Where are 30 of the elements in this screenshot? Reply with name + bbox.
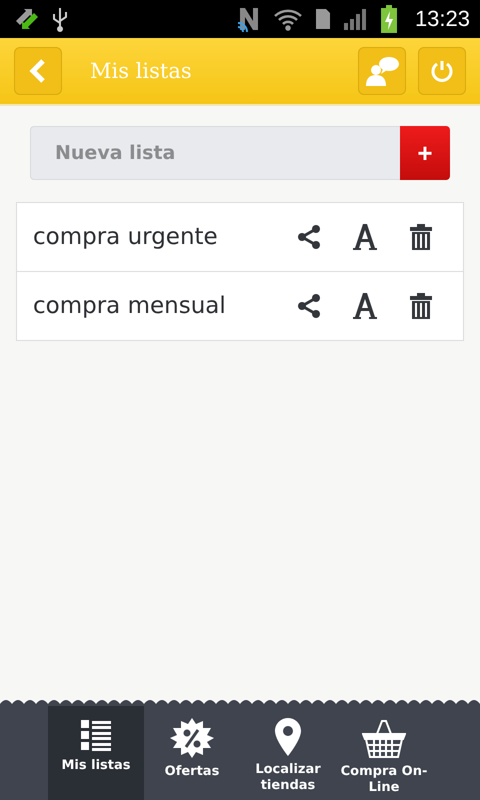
wifi-icon — [272, 7, 303, 31]
share-icon — [297, 225, 321, 249]
user-speech-bubble-icon — [365, 56, 399, 86]
nav-tab[interactable]: Ofertas — [144, 704, 240, 800]
location-pin-icon — [275, 718, 301, 756]
discount-badge-icon — [170, 718, 214, 758]
basket-icon — [362, 718, 406, 758]
power-icon — [430, 59, 454, 83]
sim-card-icon — [314, 8, 331, 30]
status-time: 13:23 — [414, 6, 470, 32]
nav-tab[interactable]: Localizar tiendas — [240, 704, 336, 800]
back-icon — [28, 58, 48, 84]
signal-icon — [342, 7, 369, 31]
trash-icon — [410, 293, 432, 319]
usb-icon — [52, 6, 68, 32]
battery-charging-icon — [380, 5, 397, 33]
sync-arrows-icon — [14, 7, 40, 31]
nav-tab[interactable]: Compra On-Line — [336, 704, 432, 800]
nav-tab[interactable]: Mis listas — [48, 704, 144, 800]
share-icon — [297, 294, 321, 318]
trash-icon — [410, 224, 432, 250]
page-title: Mis listas — [90, 59, 193, 83]
font-letter-icon — [353, 293, 377, 319]
list-name[interactable]: compra mensual — [33, 293, 281, 319]
list-icon — [79, 718, 113, 752]
add-button[interactable]: + — [400, 126, 450, 180]
list-name[interactable]: compra urgente — [33, 224, 281, 250]
font-letter-icon — [353, 224, 377, 250]
nfc-icon — [236, 5, 261, 33]
new-list-field[interactable]: Nueva lista — [30, 126, 400, 180]
